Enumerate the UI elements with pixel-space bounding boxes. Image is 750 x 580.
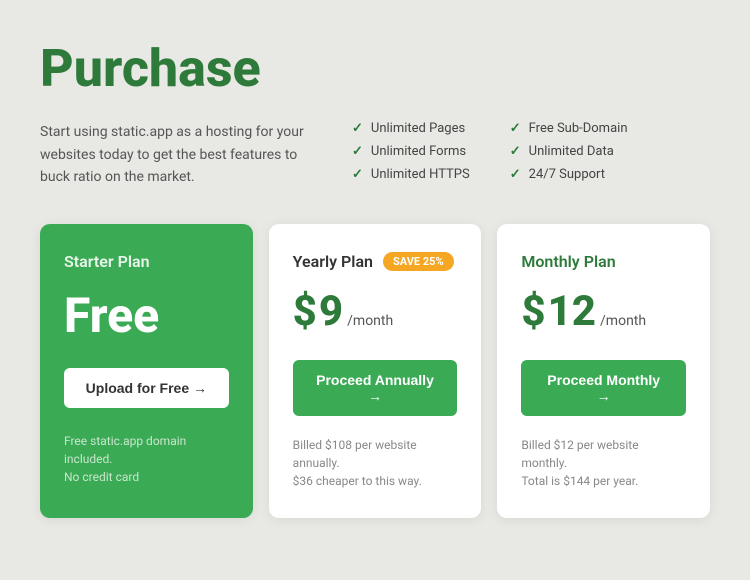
intro-section: Start using static.app as a hosting for … [40, 121, 710, 188]
feature-247-support: ✓ 24/7 Support [510, 167, 628, 182]
monthly-plan-footer: Billed $12 per website monthly. Total is… [521, 436, 686, 490]
feature-label: Free Sub-Domain [529, 121, 628, 136]
check-icon: ✓ [510, 121, 521, 136]
feature-col-1: ✓ Unlimited Pages ✓ Unlimited Forms ✓ Un… [352, 121, 470, 182]
check-icon: ✓ [510, 144, 521, 159]
monthly-plan-card: Monthly Plan $ 12 /month Proceed Monthly… [497, 224, 710, 518]
starter-plan-footer: Free static.app domain included. No cred… [64, 432, 229, 486]
yearly-price-dollar: $ [293, 287, 317, 336]
monthly-plan-name: Monthly Plan [521, 252, 615, 271]
starter-plan-price: Free [64, 287, 229, 344]
feature-unlimited-https: ✓ Unlimited HTTPS [352, 167, 470, 182]
yearly-plan-name-row: Yearly Plan SAVE 25% [293, 252, 458, 271]
yearly-plan-card: Yearly Plan SAVE 25% $ 9 /month Proceed … [269, 224, 482, 518]
upload-free-button[interactable]: Upload for Free → [64, 368, 229, 408]
monthly-plan-price-row: $ 12 /month [521, 287, 686, 336]
yearly-price-amount: 9 [319, 287, 343, 336]
proceed-monthly-button[interactable]: Proceed Monthly → [521, 360, 686, 416]
yearly-plan-footer: Billed $108 per website annually. $36 ch… [293, 436, 458, 490]
feature-unlimited-data: ✓ Unlimited Data [510, 144, 628, 159]
proceed-annually-button[interactable]: Proceed Annually → [293, 360, 458, 416]
feature-label: Unlimited Data [529, 144, 614, 159]
monthly-price-period: /month [600, 313, 646, 329]
feature-label: Unlimited HTTPS [371, 167, 470, 182]
starter-plan-card: Starter Plan Free Upload for Free → Free… [40, 224, 253, 518]
yearly-price-period: /month [347, 313, 393, 329]
feature-label: Unlimited Pages [371, 121, 465, 136]
feature-label: Unlimited Forms [371, 144, 466, 159]
page-title: Purchase [40, 40, 710, 97]
features-columns: ✓ Unlimited Pages ✓ Unlimited Forms ✓ Un… [352, 121, 710, 182]
check-icon: ✓ [352, 144, 363, 159]
feature-label: 24/7 Support [529, 167, 605, 182]
feature-free-subdomain: ✓ Free Sub-Domain [510, 121, 628, 136]
yearly-plan-name: Yearly Plan [293, 252, 373, 271]
check-icon: ✓ [352, 121, 363, 136]
monthly-plan-name-row: Monthly Plan [521, 252, 686, 271]
plans-section: Starter Plan Free Upload for Free → Free… [40, 224, 710, 518]
feature-unlimited-forms: ✓ Unlimited Forms [352, 144, 470, 159]
intro-text: Start using static.app as a hosting for … [40, 121, 320, 188]
starter-plan-name: Starter Plan [64, 252, 229, 271]
check-icon: ✓ [510, 167, 521, 182]
feature-unlimited-pages: ✓ Unlimited Pages [352, 121, 470, 136]
monthly-price-dollar: $ [521, 287, 545, 336]
yearly-plan-badge: SAVE 25% [383, 252, 454, 271]
feature-col-2: ✓ Free Sub-Domain ✓ Unlimited Data ✓ 24/… [510, 121, 628, 182]
monthly-price-amount: 12 [548, 287, 596, 336]
yearly-plan-price-row: $ 9 /month [293, 287, 458, 336]
check-icon: ✓ [352, 167, 363, 182]
